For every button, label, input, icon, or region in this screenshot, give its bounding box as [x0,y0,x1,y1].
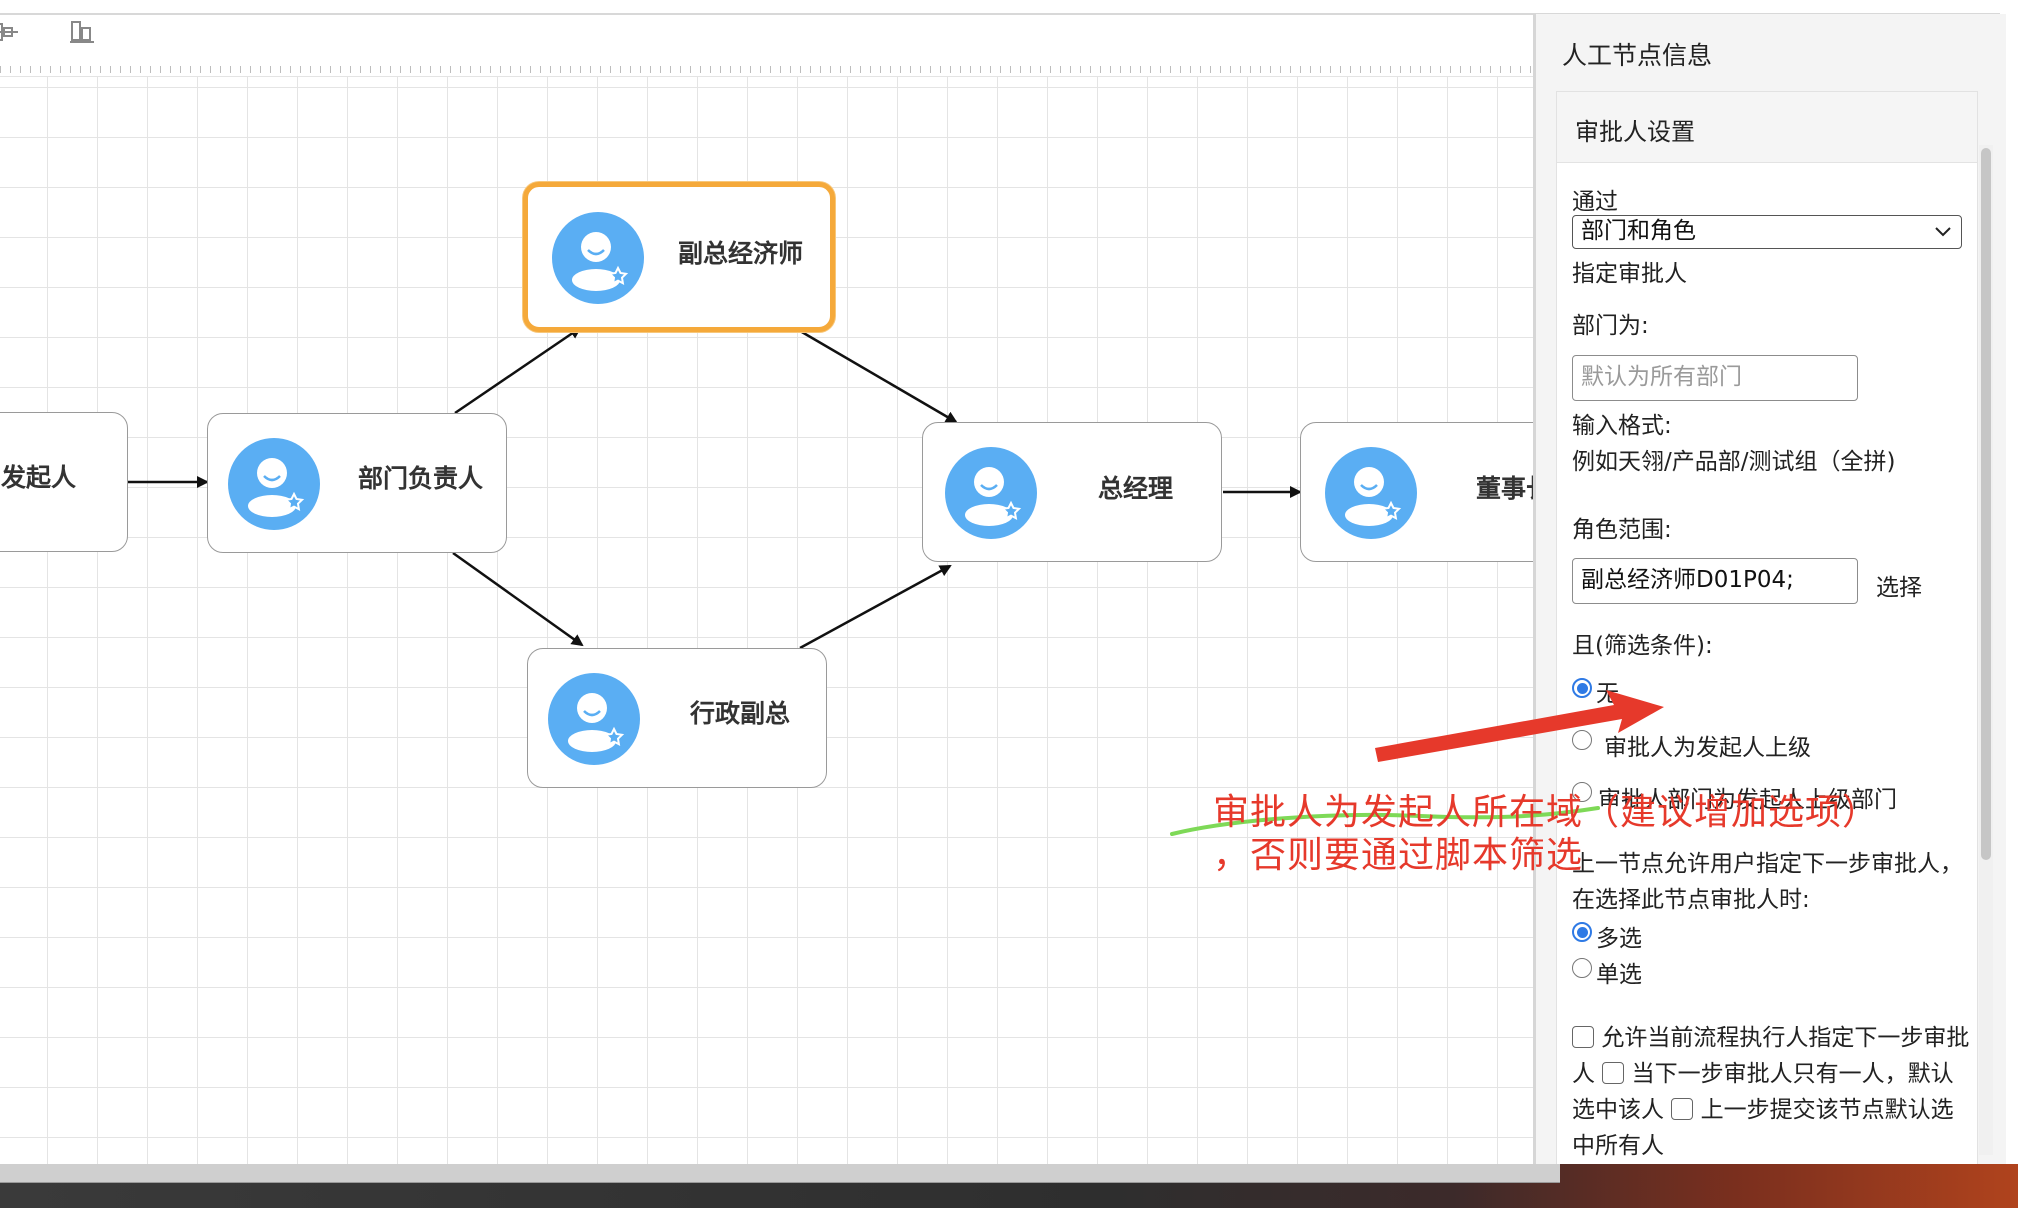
single-select-radio[interactable] [1572,958,1592,978]
canvas-clip: 董事长 [0,0,1533,1164]
role-label: 角色范围: [1572,517,1672,543]
format-label: 输入格式: [1572,413,1672,439]
checkbox-default-all[interactable] [1671,1098,1694,1120]
annotation-text-line2: ，否则要通过脚本筛选 [1213,835,1584,876]
dock-shelf [0,1164,1560,1183]
checkbox-options: 允许当前流程执行人指定下一步审批人 当下一步审批人只有一人，默认选中该人 上一步… [1572,1020,1972,1164]
filter-label: 且(筛选条件): [1572,633,1713,659]
filter-option-label: 审批人为发起人上级 [1604,735,1811,761]
panel-title: 人工节点信息 [1562,41,1713,70]
filter-radio-none[interactable] [1572,678,1592,698]
via-select-value: 部门和角色 [1581,218,1696,244]
panel-scrollbar-thumb[interactable] [1981,148,1991,860]
section-title: 审批人设置 [1575,118,1695,146]
assign-approver-label: 指定审批人 [1572,261,1687,287]
approver-settings-header[interactable]: 审批人设置 [1557,92,1977,163]
user-avatar-icon [1325,447,1417,539]
multi-select-radio[interactable] [1572,922,1592,942]
role-select-button[interactable]: 选择 [1876,568,1922,602]
format-example: 例如天翎/产品部/测试组（全拼) [1572,449,1896,475]
dept-input[interactable]: 默认为所有部门 [1572,355,1858,401]
select-mode-label: 多选 [1596,926,1642,952]
select-mode-label: 单选 [1596,962,1642,988]
checkbox-allow-assign[interactable] [1572,1026,1594,1048]
filter-option-label: 无 [1596,681,1619,707]
prev-node-note: 上一节点允许用户指定下一步审批人，在选择此节点审批人时: [1572,851,1963,913]
flow-node-board[interactable]: 董事长 [1300,422,1533,562]
dept-label: 部门为: [1572,313,1649,339]
via-label: 通过 [1572,189,1618,215]
role-input[interactable]: 副总经济师D01P04; [1572,558,1858,604]
checkbox-default-single[interactable] [1602,1062,1625,1084]
chevron-down-icon [1935,227,1951,237]
via-select[interactable]: 部门和角色 [1572,215,1962,249]
filter-radio-superior[interactable] [1572,730,1592,750]
node-label: 董事长 [1476,474,1533,503]
